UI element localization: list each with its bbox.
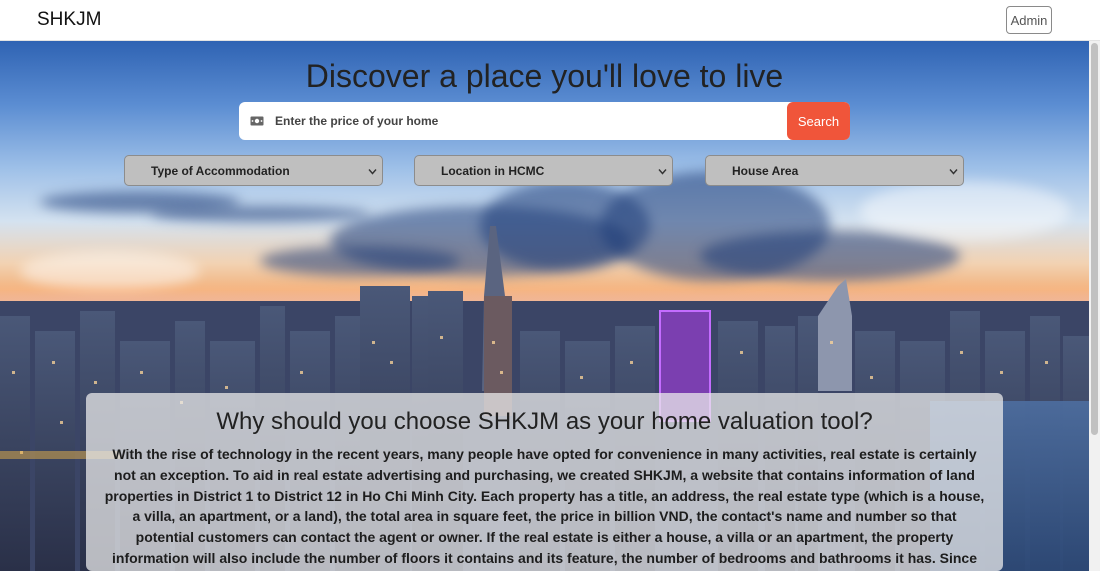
accommodation-type-select[interactable]: Type of Accommodation bbox=[124, 155, 383, 186]
about-body: With the rise of technology in the recen… bbox=[104, 446, 985, 571]
scrollbar-thumb[interactable] bbox=[1091, 43, 1098, 435]
chevron-down-icon bbox=[658, 169, 667, 175]
about-title: Why should you choose SHKJM as your home… bbox=[216, 408, 873, 435]
money-icon bbox=[250, 116, 264, 126]
page-scrollbar[interactable] bbox=[1089, 41, 1100, 571]
hero-headline: Discover a place you'll love to live bbox=[305, 58, 784, 94]
price-search-box bbox=[239, 102, 850, 140]
chevron-down-icon bbox=[949, 169, 958, 175]
house-area-select[interactable]: House Area bbox=[705, 155, 964, 186]
brand-logo[interactable]: SHKJM bbox=[37, 9, 101, 31]
select-label: House Area bbox=[732, 164, 799, 178]
select-label: Location in HCMC bbox=[441, 164, 545, 178]
select-label: Type of Accommodation bbox=[151, 164, 290, 178]
location-select[interactable]: Location in HCMC bbox=[414, 155, 673, 186]
price-search-input[interactable] bbox=[275, 107, 775, 135]
search-button[interactable]: Search bbox=[787, 102, 850, 140]
chevron-down-icon bbox=[368, 169, 377, 175]
about-panel: Why should you choose SHKJM as your home… bbox=[86, 393, 1003, 571]
navbar: SHKJM Admin bbox=[0, 0, 1100, 41]
admin-button[interactable]: Admin bbox=[1006, 6, 1052, 34]
